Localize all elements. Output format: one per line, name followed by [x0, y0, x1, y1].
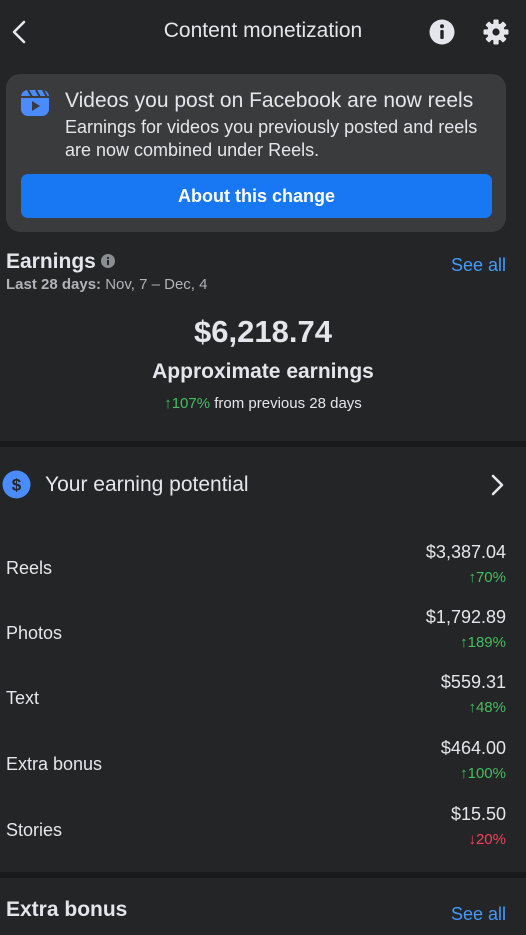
earnings-change-suffix: from previous 28 days	[214, 395, 362, 412]
earnings-amount: $6,218.74	[194, 314, 332, 349]
gear-icon[interactable]	[483, 19, 509, 45]
row-change: ↑100%	[460, 765, 506, 782]
row-change: ↑48%	[468, 699, 506, 716]
earnings-row-text[interactable]: Text $559.31 ↑48%	[0, 670, 526, 726]
earning-potential-row[interactable]: $ Your earning potential	[0, 462, 526, 508]
chevron-right-icon	[491, 474, 504, 496]
earnings-change: ↑107%	[164, 395, 211, 412]
extra-bonus-see-all-link[interactable]: See all	[451, 904, 506, 925]
row-label: Reels	[6, 558, 53, 578]
banner-description: Earnings for videos you previously poste…	[65, 117, 478, 160]
row-change: ↑189%	[460, 634, 506, 651]
about-this-change-button[interactable]: About this change	[21, 174, 492, 218]
period-range: Nov, 7 – Dec, 4	[105, 276, 208, 293]
earnings-row-stories[interactable]: Stories $15.50 ↓20%	[0, 802, 526, 858]
row-value: $464.00	[440, 738, 506, 758]
section-divider	[0, 441, 526, 447]
row-change: ↑70%	[468, 569, 506, 586]
row-label: Stories	[6, 820, 63, 840]
dollar-icon: $	[2, 470, 31, 499]
section-divider	[0, 872, 526, 878]
row-change: ↓20%	[468, 831, 506, 848]
row-label: Photos	[6, 623, 63, 643]
row-label: Text	[6, 688, 40, 708]
reels-icon	[21, 89, 49, 116]
row-value: $15.50	[450, 804, 506, 824]
row-value: $3,387.04	[425, 542, 506, 562]
earnings-info-icon[interactable]	[101, 254, 115, 268]
period-label: Last 28 days:	[6, 276, 102, 293]
earnings-row-reels[interactable]: Reels $3,387.04 ↑70%	[0, 540, 526, 596]
earnings-growth: ↑107% from previous 28 days	[0, 395, 526, 412]
info-icon[interactable]	[429, 19, 455, 45]
reels-change-banner: Videos you post on Facebook are now reel…	[6, 74, 506, 232]
row-value: $559.31	[440, 672, 506, 692]
earnings-amount-label: Approximate earnings	[152, 360, 374, 383]
earnings-see-all-link[interactable]: See all	[451, 255, 506, 276]
earnings-heading: Earnings	[6, 250, 96, 273]
earning-potential-label: Your earning potential	[45, 473, 249, 496]
svg-text:$: $	[12, 476, 22, 495]
row-label: Extra bonus	[6, 754, 103, 774]
earnings-period: Last 28 days: Nov, 7 – Dec, 4	[6, 276, 208, 293]
earnings-row-extra-bonus[interactable]: Extra bonus $464.00 ↑100%	[0, 736, 526, 792]
banner-title: Videos you post on Facebook are now reel…	[65, 89, 474, 112]
row-value: $1,792.89	[425, 607, 506, 627]
earnings-row-photos[interactable]: Photos $1,792.89 ↑189%	[0, 605, 526, 661]
extra-bonus-heading: Extra bonus	[6, 898, 128, 921]
top-bar: Content monetization	[0, 0, 526, 64]
